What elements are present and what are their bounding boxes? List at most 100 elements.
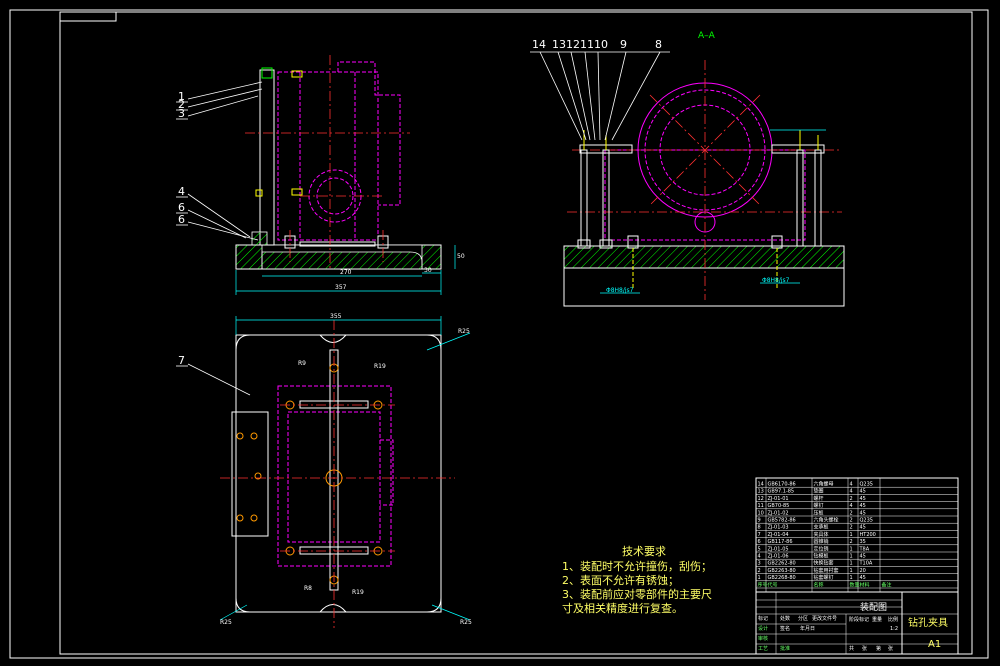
section-view: A–A 14 13 12 11 10 9 8 Φ8H8/js7 Φ8H8/js7	[530, 31, 845, 307]
bom-cell: 2	[850, 539, 853, 545]
tb-part-name: 钻孔夹具	[908, 616, 948, 629]
tb-change-doc: 更改文件号	[812, 615, 837, 622]
bom-cell: 8	[758, 525, 761, 531]
tb-stage: 阶段标记	[849, 616, 869, 623]
dim-r19-bot: R19	[352, 589, 364, 596]
section-title: A–A	[698, 31, 716, 41]
bom-cell: 1	[850, 575, 853, 581]
tech-item-2: 2、表面不允许有锈蚀；	[562, 573, 679, 587]
bom-cell: 2	[850, 518, 853, 524]
tb-process: 工艺	[758, 646, 768, 652]
bom-header-cell: 数量	[850, 581, 860, 588]
top-view: 355 R25 R25 R25 R9 R19 R8 R19 7	[176, 313, 472, 628]
bom-cell: GB70-85	[768, 503, 790, 509]
tb-ratio: 1:2	[890, 626, 898, 632]
bom-cell: GB2268-80	[768, 575, 796, 581]
dim-357: 357	[335, 284, 347, 291]
bom-cell: 2	[850, 496, 853, 502]
tb-sheet-3: 第	[876, 645, 881, 652]
bom-header-cell: 材料	[860, 581, 870, 588]
bom-cell: HT200	[860, 532, 876, 538]
bom-header-cell: 备注	[882, 581, 892, 588]
bom-cell: 1	[850, 532, 853, 538]
bom-cell: 2	[850, 525, 853, 531]
sheet-border	[9, 9, 989, 659]
dim-r25-br: R25	[460, 619, 472, 626]
fit-right: Φ8H8/js7	[762, 277, 790, 284]
bom-cell: ZJ-01-04	[768, 532, 789, 538]
bom-cell: 12	[758, 496, 764, 502]
dim-r9: R9	[298, 360, 306, 367]
balloon-7: 7	[178, 354, 185, 367]
tb-check: 审核	[758, 635, 768, 642]
bom-cell: 2	[758, 568, 761, 574]
tb-scale: 比例	[888, 616, 898, 623]
tb-drawing-name: 装配图	[860, 601, 887, 613]
tech-requirements: 技术要求 1、装配时不允许撞伤，刮伤； 2、表面不允许有锈蚀； 3、装配前应对零…	[562, 545, 712, 615]
dim-r25-tr: R25	[458, 328, 470, 335]
bom-cell: 5	[758, 546, 761, 552]
tech-item-4: 寸及相关精度进行复查。	[562, 601, 683, 615]
dim-r8: R8	[304, 585, 312, 592]
tb-approve: 批准	[780, 645, 790, 652]
balloon-14: 14	[532, 38, 546, 51]
tech-item-3: 3、装配前应对零部件的主要尺	[562, 587, 712, 601]
bom-cell: 六角头螺栓	[814, 517, 839, 524]
bom-cell: 快换钻套	[814, 560, 834, 567]
bom-cell: Q235	[860, 518, 873, 524]
bom-cell: 45	[860, 575, 866, 581]
bom-cell: 螺钉	[814, 502, 824, 509]
tb-weight: 重量	[872, 616, 882, 623]
bom-cell: 1	[850, 546, 853, 552]
bom-cell: 20	[860, 568, 866, 574]
bom-cell: GB2263-80	[768, 568, 796, 574]
bom-cell: 垫圈	[814, 488, 824, 495]
tb-sheet-2: 张	[862, 645, 867, 652]
tb-sign: 签名	[780, 625, 790, 632]
bom-cell: T10A	[859, 561, 873, 567]
bom-cell: ZJ-01-02	[768, 510, 789, 516]
tb-date: 年月日	[800, 625, 815, 632]
bom-cell: 钻套用衬套	[814, 567, 839, 574]
balloon-6b: 6	[178, 213, 185, 226]
bom-cell: 支承板	[814, 524, 829, 531]
tb-mark: 标记	[758, 615, 768, 622]
bom-cell: 螺杆	[814, 495, 824, 502]
bom-cell: 六角螺母	[814, 481, 834, 488]
bom-cell: ZJ-01-03	[768, 525, 789, 531]
tb-sheet-4: 张	[888, 645, 893, 652]
bom-cell: ZJ-01-06	[768, 554, 789, 560]
dim-355: 355	[330, 313, 342, 320]
bom-cell: 3	[758, 561, 761, 567]
balloon-8: 8	[655, 38, 662, 51]
tech-item-1: 1、装配时不允许撞伤，刮伤；	[562, 559, 712, 573]
bom-cell: 1	[758, 575, 761, 581]
bom-cell: 4	[850, 482, 853, 488]
tech-title: 技术要求	[622, 545, 666, 558]
bom-cell: 45	[860, 525, 866, 531]
fit-left: Φ8H8/js7	[606, 287, 634, 294]
balloon-4: 4	[178, 185, 185, 198]
bom-cell: 2	[850, 510, 853, 516]
bom-cell: 35	[860, 539, 866, 545]
bom-cell: 圆锥销	[814, 538, 829, 545]
bom-cell: 定位销	[814, 545, 829, 552]
bom-header-cell: 代号	[768, 581, 778, 588]
bom-cell: 11	[758, 503, 764, 509]
dim-r25-bl: R25	[220, 619, 232, 626]
bom-cell: ZJ-01-01	[768, 496, 789, 502]
bom-header-cell: 名称	[814, 581, 824, 588]
bom-cell: GB117-86	[768, 539, 793, 545]
balloon-9: 9	[620, 38, 627, 51]
bom-cell: 1	[850, 568, 853, 574]
bom-cell: 1	[850, 561, 853, 567]
bom-header-cell: 序号	[758, 581, 768, 588]
tb-sheet-size: A1	[928, 639, 941, 650]
balloon-12: 12	[566, 38, 580, 51]
bom-cell: Q235	[860, 482, 873, 488]
bom-cell: 14	[758, 482, 764, 488]
tb-sheet-1: 共	[849, 645, 854, 652]
bom-cell: 7	[758, 532, 761, 538]
dim-r19-top: R19	[374, 363, 386, 370]
bom-cell: 13	[758, 489, 764, 495]
